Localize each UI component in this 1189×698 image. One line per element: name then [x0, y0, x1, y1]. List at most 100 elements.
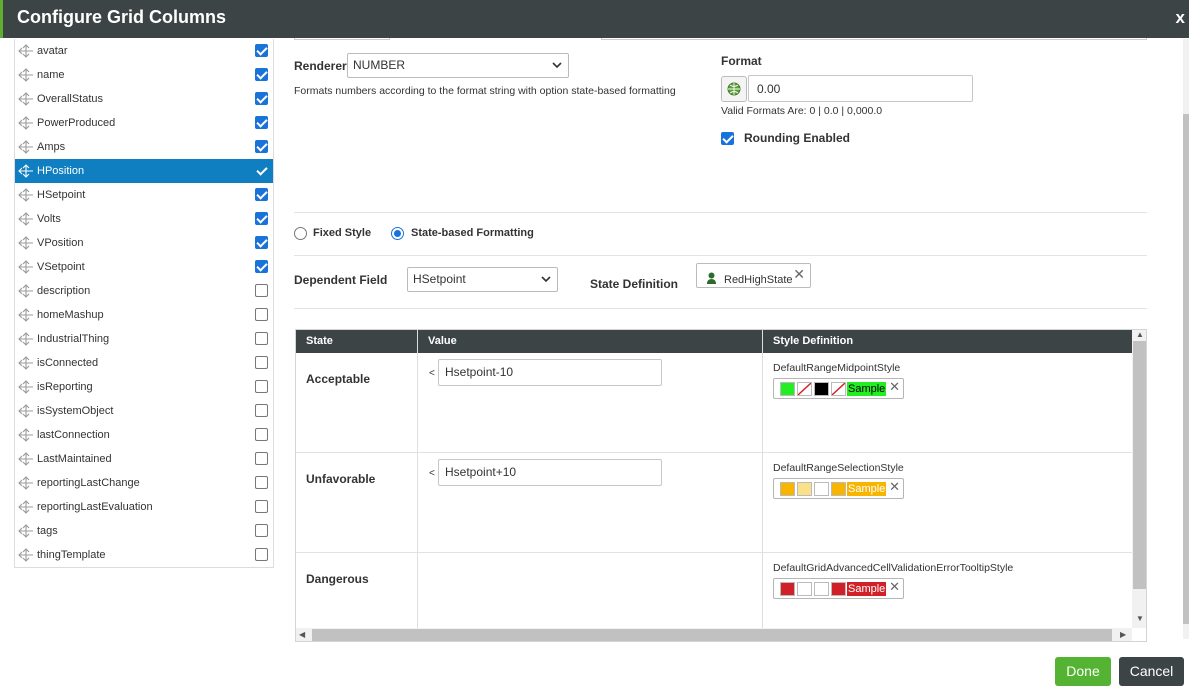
- column-item[interactable]: PowerProduced: [15, 111, 273, 135]
- column-checkbox[interactable]: [255, 404, 268, 417]
- column-item[interactable]: homeMashup: [15, 303, 273, 327]
- drag-handle-icon[interactable]: [18, 68, 34, 82]
- remove-icon[interactable]: ✕: [889, 579, 900, 595]
- remove-icon[interactable]: ✕: [889, 479, 900, 495]
- drag-handle-icon[interactable]: [18, 44, 34, 58]
- column-checkbox[interactable]: [255, 236, 268, 249]
- column-checkbox[interactable]: [255, 68, 268, 81]
- column-item[interactable]: tags: [15, 519, 273, 543]
- style-definition-field[interactable]: Sample ✕: [773, 578, 904, 599]
- scroll-left-icon[interactable]: ◀: [299, 630, 305, 639]
- drag-handle-icon[interactable]: [18, 356, 34, 370]
- scroll-up-icon[interactable]: ▲: [1136, 330, 1144, 339]
- drag-handle-icon[interactable]: [18, 332, 34, 346]
- renderer-select[interactable]: NUMBER: [347, 53, 569, 78]
- scroll-right-icon[interactable]: ▶: [1120, 630, 1126, 639]
- column-item[interactable]: VPosition: [15, 231, 273, 255]
- column-item[interactable]: avatar: [15, 39, 273, 63]
- column-checkbox[interactable]: [255, 380, 268, 393]
- remove-icon[interactable]: ✕: [889, 379, 900, 395]
- rounding-checkbox[interactable]: [721, 132, 734, 145]
- drag-handle-icon[interactable]: [18, 284, 34, 298]
- drag-handle-icon[interactable]: [18, 452, 34, 466]
- drag-handle-icon[interactable]: [18, 500, 34, 514]
- grid-horizontal-scrollbar[interactable]: ◀ ▶: [296, 628, 1132, 641]
- column-item[interactable]: OverallStatus: [15, 87, 273, 111]
- column-item[interactable]: isReporting: [15, 375, 273, 399]
- column-checkbox[interactable]: [255, 284, 268, 297]
- style-definition-field[interactable]: Sample ✕: [773, 378, 904, 399]
- column-item[interactable]: thingTemplate: [15, 543, 273, 567]
- column-checkbox[interactable]: [255, 116, 268, 129]
- color-swatch: [797, 582, 812, 596]
- format-input[interactable]: [748, 75, 973, 102]
- remove-icon[interactable]: ✕: [793, 266, 805, 283]
- column-item[interactable]: description: [15, 279, 273, 303]
- state-definition-field[interactable]: RedHighState ✕: [696, 263, 811, 288]
- scrollbar-thumb[interactable]: [1133, 341, 1146, 589]
- column-checkbox[interactable]: [255, 356, 268, 369]
- state-based-radio[interactable]: [391, 227, 404, 240]
- column-checkbox[interactable]: [255, 476, 268, 489]
- column-checkbox[interactable]: [255, 500, 268, 513]
- drag-handle-icon[interactable]: [18, 212, 34, 226]
- drag-handle-icon[interactable]: [18, 380, 34, 394]
- drag-handle-icon[interactable]: [18, 428, 34, 442]
- drag-handle-icon[interactable]: [18, 524, 34, 538]
- value-input[interactable]: Hsetpoint-10: [438, 359, 662, 386]
- column-item[interactable]: lastConnection: [15, 423, 273, 447]
- column-checkbox[interactable]: [255, 140, 268, 153]
- drag-handle-icon[interactable]: [18, 308, 34, 322]
- column-item[interactable]: LastMaintained: [15, 447, 273, 471]
- cancel-button[interactable]: Cancel: [1119, 657, 1184, 686]
- column-item[interactable]: HPosition: [15, 159, 273, 183]
- column-checkbox[interactable]: [255, 212, 268, 225]
- column-item[interactable]: isSystemObject: [15, 399, 273, 423]
- drag-handle-icon[interactable]: [18, 548, 34, 562]
- column-item[interactable]: isConnected: [15, 351, 273, 375]
- state-definition-label: State Definition: [590, 277, 679, 291]
- column-checkbox[interactable]: [255, 44, 268, 57]
- globe-icon[interactable]: [721, 76, 747, 102]
- column-checkbox[interactable]: [255, 428, 268, 441]
- style-definition-field[interactable]: Sample ✕: [773, 478, 904, 499]
- drag-handle-icon[interactable]: [18, 116, 34, 130]
- drag-handle-icon[interactable]: [18, 188, 34, 202]
- fixed-style-radio[interactable]: [294, 227, 307, 240]
- drag-handle-icon[interactable]: [18, 140, 34, 154]
- operator: <: [429, 468, 435, 479]
- column-checkbox[interactable]: [255, 260, 268, 273]
- column-item[interactable]: IndustrialThing: [15, 327, 273, 351]
- column-item[interactable]: reportingLastChange: [15, 471, 273, 495]
- drag-handle-icon[interactable]: [18, 476, 34, 490]
- column-item[interactable]: reportingLastEvaluation: [15, 495, 273, 519]
- drag-handle-icon[interactable]: [18, 260, 34, 274]
- scrollbar-thumb[interactable]: [312, 629, 1112, 641]
- close-icon[interactable]: x: [1176, 8, 1185, 28]
- scroll-down-icon[interactable]: ▼: [1136, 614, 1144, 623]
- column-checkbox[interactable]: [255, 308, 268, 321]
- column-item[interactable]: VSetpoint: [15, 255, 273, 279]
- drag-handle-icon[interactable]: [18, 404, 34, 418]
- drag-handle-icon[interactable]: [18, 236, 34, 250]
- grid-vertical-scrollbar[interactable]: ▲ ▼: [1132, 330, 1146, 628]
- column-checkbox[interactable]: [255, 548, 268, 561]
- drag-handle-icon[interactable]: [18, 164, 34, 178]
- column-item[interactable]: HSetpoint: [15, 183, 273, 207]
- column-checkbox[interactable]: [255, 524, 268, 537]
- column-item[interactable]: Volts: [15, 207, 273, 231]
- page-scrollbar[interactable]: [1183, 39, 1189, 639]
- column-checkbox[interactable]: [255, 452, 268, 465]
- column-checkbox[interactable]: [255, 164, 268, 177]
- value-input[interactable]: Hsetpoint+10: [438, 459, 662, 486]
- column-item[interactable]: name: [15, 63, 273, 87]
- dependent-field-select[interactable]: HSetpoint: [407, 267, 558, 292]
- done-button[interactable]: Done: [1055, 657, 1111, 686]
- scrollbar-thumb[interactable]: [1183, 114, 1189, 624]
- column-checkbox[interactable]: [255, 92, 268, 105]
- color-swatch: [814, 382, 829, 396]
- column-item[interactable]: Amps: [15, 135, 273, 159]
- drag-handle-icon[interactable]: [18, 92, 34, 106]
- column-checkbox[interactable]: [255, 332, 268, 345]
- column-checkbox[interactable]: [255, 188, 268, 201]
